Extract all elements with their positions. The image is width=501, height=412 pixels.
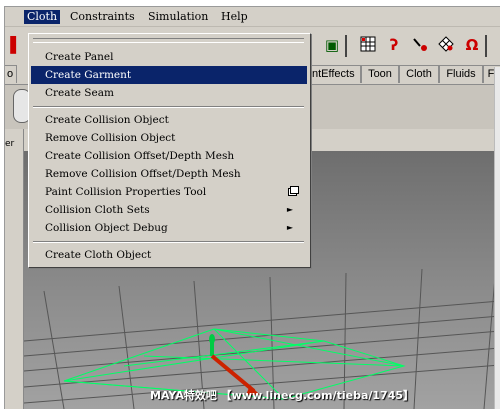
menu-item-remove-collision-object[interactable]: Remove Collision Object (31, 129, 307, 147)
tab-toon[interactable]: Toon (361, 65, 399, 83)
tab-partial[interactable]: o (5, 65, 17, 83)
menu-cloth[interactable]: Cloth (24, 10, 61, 24)
menu-simulation[interactable]: Simulation (145, 10, 211, 24)
grid-paint-icon[interactable] (437, 36, 455, 54)
panel-label: er (5, 139, 15, 149)
left-tool-strip (5, 129, 24, 409)
menu-item-create-collision-offset-mesh[interactable]: Create Collision Offset/Depth Mesh (31, 147, 307, 165)
menu-item-create-cloth-object[interactable]: Create Cloth Object (31, 246, 307, 264)
right-scrollbar[interactable] (494, 67, 500, 409)
menu-item-collision-cloth-sets[interactable]: Collision Cloth Sets ► (31, 201, 307, 219)
submenu-arrow-icon: ► (286, 205, 293, 214)
toolbar-separator (345, 35, 347, 57)
option-box-icon[interactable] (288, 186, 299, 196)
maya-window: Cloth Constraints Simulation Help ▌ ▣ ʔ … (4, 6, 500, 409)
menu-item-paint-collision-properties-tool[interactable]: Paint Collision Properties Tool (31, 183, 307, 201)
magnet-icon[interactable]: Ω (463, 36, 481, 54)
menu-constraints[interactable]: Constraints (67, 10, 138, 24)
tab-cloth[interactable]: Cloth (399, 65, 439, 83)
menu-item-create-collision-object[interactable]: Create Collision Object (31, 111, 307, 129)
menu-item-collision-object-debug[interactable]: Collision Object Debug ► (31, 219, 307, 237)
menu-tearoff[interactable] (33, 38, 304, 43)
clip-icon[interactable] (411, 36, 429, 54)
cloth-menu-dropdown: Create Panel Create Garment Create Seam … (28, 33, 311, 268)
menu-separator (33, 106, 304, 108)
marker-icon[interactable]: ▌ (7, 36, 25, 54)
grid-icon[interactable] (359, 36, 377, 54)
menu-bar: Cloth Constraints Simulation Help (5, 7, 500, 27)
cursor-icon[interactable]: ▣ (323, 36, 341, 54)
menu-item-create-garment[interactable]: Create Garment (31, 66, 307, 84)
menu-item-remove-collision-offset-mesh[interactable]: Remove Collision Offset/Depth Mesh (31, 165, 307, 183)
tab-fluids[interactable]: Fluids (439, 65, 483, 83)
toolbar-separator (485, 35, 487, 57)
watermark-text: MAYA特效吧 【www.linecg.com/tieba/1745】 (150, 389, 415, 402)
menu-item-create-panel[interactable]: Create Panel (31, 48, 307, 66)
menu-help[interactable]: Help (218, 10, 251, 24)
submenu-arrow-icon: ► (286, 223, 293, 232)
menu-item-create-seam[interactable]: Create Seam (31, 84, 307, 102)
menu-separator (33, 241, 304, 243)
hook-icon[interactable]: ʔ (385, 36, 403, 54)
